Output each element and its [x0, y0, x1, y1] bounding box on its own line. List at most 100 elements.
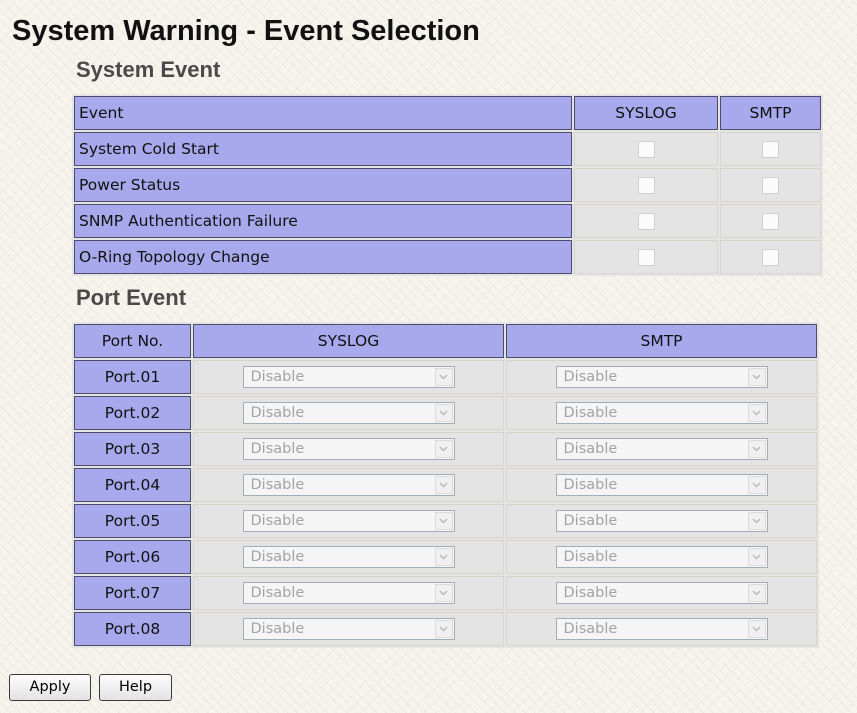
help-button[interactable]: Help — [99, 674, 172, 701]
syslog-select[interactable]: Disable — [242, 366, 455, 388]
port-label: Port.01 — [74, 360, 191, 394]
event-label: Power Status — [74, 168, 572, 202]
syslog-select[interactable]: Disable — [242, 618, 455, 640]
chevron-down-icon[interactable] — [747, 512, 766, 530]
smtp-cell — [720, 240, 821, 274]
smtp-select[interactable]: Disable — [555, 546, 768, 568]
port-label: Port.02 — [74, 396, 191, 430]
smtp-select[interactable]: Disable — [555, 402, 768, 424]
syslog-cell: Disable — [193, 396, 504, 430]
port-label: Port.07 — [74, 576, 191, 610]
syslog-select-value: Disable — [250, 369, 305, 385]
smtp-select[interactable]: Disable — [555, 366, 768, 388]
table-row: Power Status — [74, 168, 821, 202]
syslog-cell: Disable — [193, 360, 504, 394]
table-row: System Cold Start — [74, 132, 821, 166]
chevron-down-icon[interactable] — [747, 440, 766, 458]
syslog-checkbox[interactable] — [637, 249, 655, 266]
syslog-cell — [574, 204, 718, 238]
chevron-down-icon[interactable] — [747, 620, 766, 638]
smtp-select[interactable]: Disable — [555, 474, 768, 496]
syslog-select[interactable]: Disable — [242, 582, 455, 604]
smtp-cell — [720, 168, 821, 202]
smtp-select[interactable]: Disable — [555, 510, 768, 532]
smtp-checkbox[interactable] — [762, 213, 779, 230]
syslog-select[interactable]: Disable — [242, 438, 455, 460]
syslog-select[interactable]: Disable — [242, 402, 455, 424]
event-label: O-Ring Topology Change — [74, 240, 572, 274]
table-row: Port.07 Disable Disable — [74, 576, 817, 610]
table-row: SNMP Authentication Failure — [74, 204, 821, 238]
smtp-cell: Disable — [506, 504, 817, 538]
smtp-checkbox[interactable] — [762, 249, 779, 266]
smtp-select-value: Disable — [563, 405, 618, 421]
table-row: Port.04 Disable Disable — [74, 468, 817, 502]
syslog-select-value: Disable — [250, 405, 305, 421]
chevron-down-icon[interactable] — [747, 584, 766, 602]
event-label: System Cold Start — [74, 132, 572, 166]
smtp-cell: Disable — [506, 360, 817, 394]
table-row: O-Ring Topology Change — [74, 240, 821, 274]
syslog-cell: Disable — [193, 540, 504, 574]
port-label: Port.03 — [74, 432, 191, 466]
table-row: Port.01 Disable Disable — [74, 360, 817, 394]
chevron-down-icon[interactable] — [434, 512, 453, 530]
column-header-port: Port No. — [74, 324, 191, 358]
smtp-cell — [720, 132, 821, 166]
syslog-cell — [574, 168, 718, 202]
system-event-table: Event SYSLOG SMTP System Cold Start Powe… — [72, 94, 823, 276]
syslog-select-value: Disable — [250, 513, 305, 529]
page-title: System Warning - Event Selection — [12, 15, 480, 47]
smtp-checkbox[interactable] — [762, 177, 779, 194]
apply-button[interactable]: Apply — [9, 674, 91, 701]
syslog-cell: Disable — [193, 468, 504, 502]
smtp-checkbox[interactable] — [762, 141, 779, 158]
chevron-down-icon[interactable] — [434, 368, 453, 386]
chevron-down-icon[interactable] — [434, 476, 453, 494]
smtp-select-value: Disable — [563, 585, 618, 601]
column-header-syslog: SYSLOG — [193, 324, 504, 358]
syslog-checkbox[interactable] — [637, 213, 655, 230]
syslog-checkbox[interactable] — [637, 141, 655, 158]
chevron-down-icon[interactable] — [434, 620, 453, 638]
syslog-select[interactable]: Disable — [242, 510, 455, 532]
smtp-cell — [720, 204, 821, 238]
chevron-down-icon[interactable] — [747, 368, 766, 386]
column-header-smtp: SMTP — [506, 324, 817, 358]
smtp-cell: Disable — [506, 432, 817, 466]
smtp-cell: Disable — [506, 540, 817, 574]
smtp-select-value: Disable — [563, 369, 618, 385]
syslog-select-value: Disable — [250, 549, 305, 565]
smtp-cell: Disable — [506, 468, 817, 502]
port-label: Port.04 — [74, 468, 191, 502]
chevron-down-icon[interactable] — [434, 584, 453, 602]
port-event-table: Port No. SYSLOG SMTP Port.01 Disable Dis… — [72, 322, 819, 648]
syslog-select-value: Disable — [250, 621, 305, 637]
smtp-select-value: Disable — [563, 549, 618, 565]
smtp-select-value: Disable — [563, 441, 618, 457]
chevron-down-icon[interactable] — [434, 440, 453, 458]
syslog-select-value: Disable — [250, 441, 305, 457]
syslog-select[interactable]: Disable — [242, 474, 455, 496]
syslog-checkbox[interactable] — [637, 177, 655, 194]
smtp-select[interactable]: Disable — [555, 438, 768, 460]
chevron-down-icon[interactable] — [434, 548, 453, 566]
chevron-down-icon[interactable] — [434, 404, 453, 422]
chevron-down-icon[interactable] — [747, 548, 766, 566]
port-label: Port.06 — [74, 540, 191, 574]
column-header-smtp: SMTP — [720, 96, 821, 130]
smtp-select[interactable]: Disable — [555, 582, 768, 604]
table-row: Port.05 Disable Disable — [74, 504, 817, 538]
syslog-cell — [574, 132, 718, 166]
column-header-syslog: SYSLOG — [574, 96, 718, 130]
syslog-select[interactable]: Disable — [242, 546, 455, 568]
table-row: Port.08 Disable Disable — [74, 612, 817, 646]
chevron-down-icon[interactable] — [747, 476, 766, 494]
smtp-select[interactable]: Disable — [555, 618, 768, 640]
chevron-down-icon[interactable] — [747, 404, 766, 422]
event-label: SNMP Authentication Failure — [74, 204, 572, 238]
syslog-select-value: Disable — [250, 477, 305, 493]
syslog-cell: Disable — [193, 432, 504, 466]
smtp-cell: Disable — [506, 396, 817, 430]
syslog-cell — [574, 240, 718, 274]
